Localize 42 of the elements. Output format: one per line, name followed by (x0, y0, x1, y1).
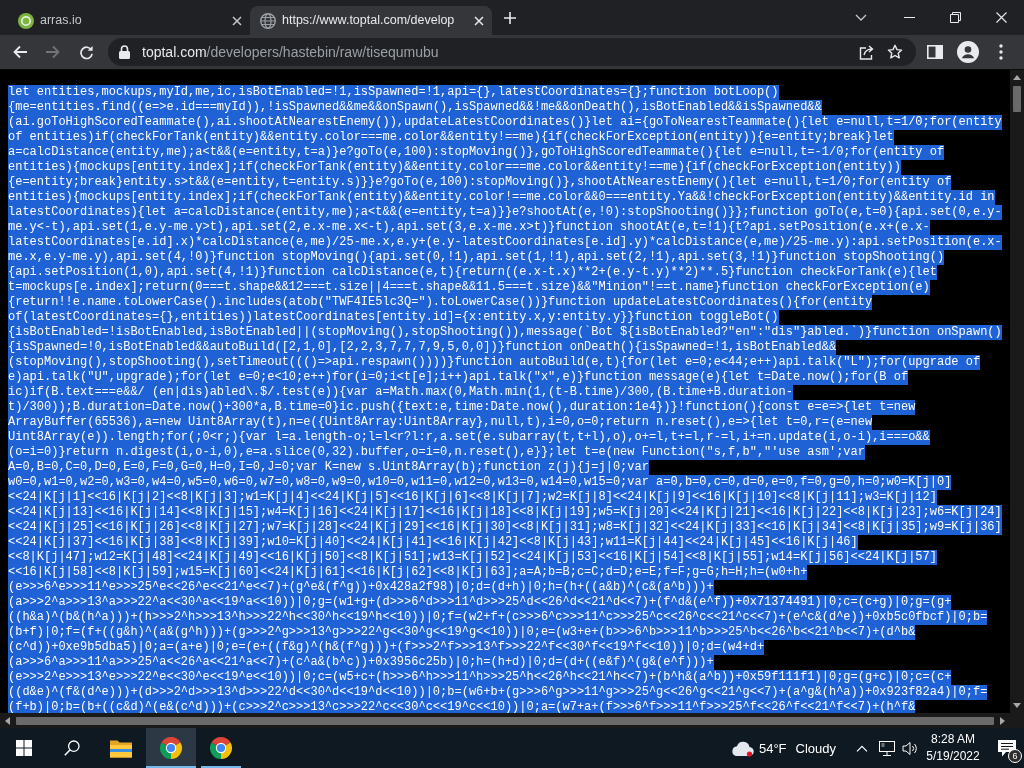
scroll-up-icon[interactable] (1013, 75, 1021, 80)
new-tab-icon[interactable] (504, 11, 516, 24)
network-icon[interactable] (879, 740, 895, 756)
side-panel-icon[interactable] (927, 45, 943, 59)
clock[interactable]: 8:28 AM 5/19/2022 (920, 730, 986, 766)
folder-icon (109, 738, 133, 758)
minimize-icon[interactable] (903, 17, 915, 18)
star-icon[interactable] (887, 44, 903, 60)
url-text[interactable]: toptal.com/developers/hastebin/raw/tisequmubu (142, 45, 439, 59)
menu-icon[interactable] (999, 44, 1003, 60)
cloud-icon[interactable] (729, 739, 754, 757)
scrollbar-thumb[interactable] (16, 716, 994, 725)
volume-icon[interactable] (902, 740, 918, 756)
notification-badge: 6 (1008, 749, 1022, 763)
circle-logo-icon (209, 736, 233, 760)
back-arrow-icon[interactable] (12, 44, 28, 60)
share-icon[interactable] (859, 44, 875, 60)
windows-logo-icon[interactable] (16, 740, 32, 756)
close-icon[interactable] (232, 15, 242, 26)
lock-icon[interactable] (119, 45, 130, 59)
weather-condition-label[interactable]: Cloudy (795, 741, 836, 755)
browser-tab[interactable]: https://www.toptal.com/develop (250, 6, 492, 35)
restore-icon[interactable] (949, 12, 961, 23)
globe-icon (260, 12, 276, 29)
circle-logo-icon (159, 736, 183, 760)
taskbar-button[interactable] (146, 728, 196, 768)
chevron-down-icon[interactable] (855, 14, 867, 21)
scroll-right-icon[interactable] (1000, 716, 1005, 725)
circle-logo-icon (18, 12, 34, 29)
vertical-scrollbar[interactable] (1010, 70, 1024, 713)
scroll-left-icon[interactable] (5, 716, 10, 725)
temperature-label[interactable]: 54°F (758, 741, 787, 755)
notification-icon[interactable] (998, 739, 1016, 757)
browser-tab[interactable]: arras.io (8, 6, 250, 35)
search-icon[interactable] (64, 740, 80, 756)
scrollbar-thumb[interactable] (1013, 86, 1021, 112)
scroll-down-icon[interactable] (1013, 703, 1021, 708)
chevron-up-icon[interactable] (856, 744, 868, 752)
address-field[interactable]: toptal.com/developers/hastebin/raw/tisequmubu (108, 38, 916, 66)
reload-icon[interactable] (78, 44, 94, 60)
horizontal-scrollbar[interactable] (0, 713, 1010, 728)
profile-avatar-icon[interactable] (957, 41, 979, 63)
